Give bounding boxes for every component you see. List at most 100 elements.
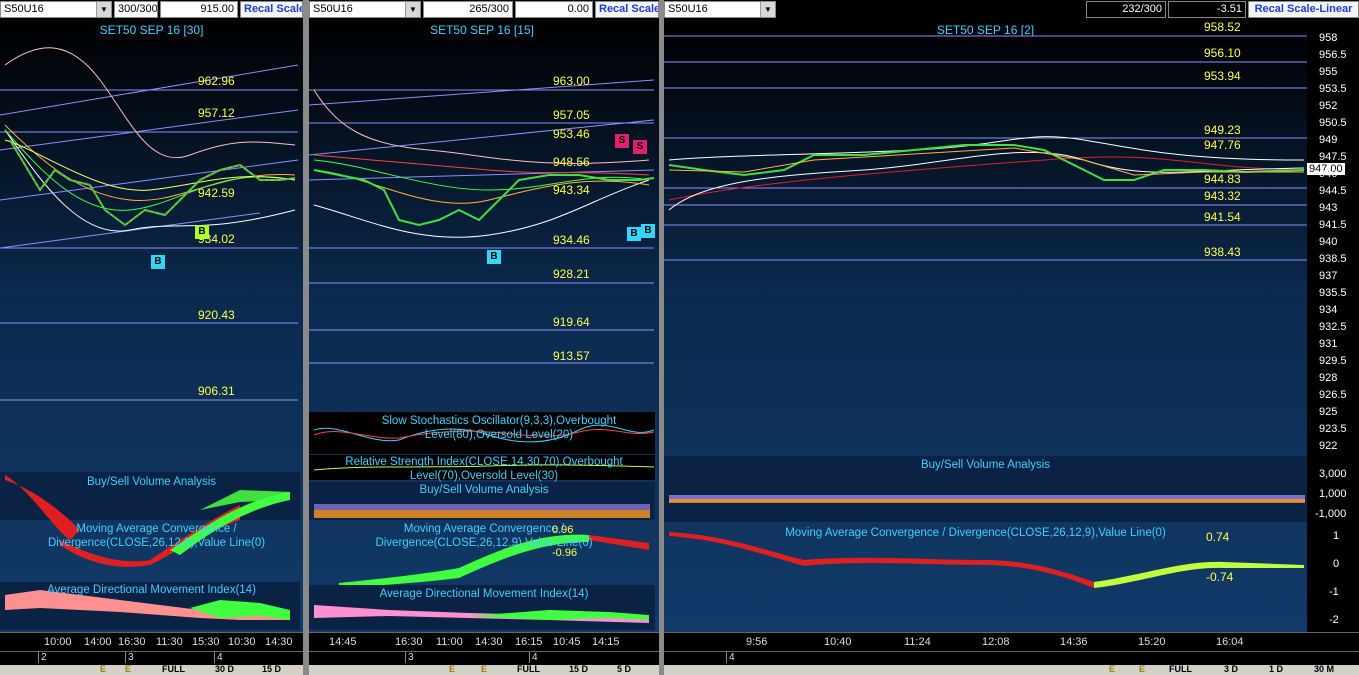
y-tick-label: 956.5 bbox=[1319, 49, 1347, 61]
y-tick-label: 932.5 bbox=[1319, 321, 1347, 333]
y-tick-label: 953.5 bbox=[1319, 83, 1347, 95]
level-label: 938.43 bbox=[1204, 245, 1241, 259]
macd-value: 0.74 bbox=[1206, 530, 1230, 544]
y-tick-label: 941.5 bbox=[1319, 219, 1347, 231]
y-tick-label: 935.5 bbox=[1319, 287, 1347, 299]
tab[interactable]: 15 D bbox=[569, 665, 588, 674]
indicator-title-macd: Moving Average Convergence / Divergence(… bbox=[47, 523, 266, 549]
indicator-title-adx: Average Directional Movement Index(14) bbox=[47, 584, 256, 596]
tab[interactable]: E bbox=[481, 665, 487, 674]
y-tick-label: 937 bbox=[1319, 270, 1338, 282]
bar-count: 300/300 bbox=[114, 1, 158, 18]
sell-marker[interactable]: S bbox=[633, 140, 647, 154]
y-tick-label: 923.5 bbox=[1319, 423, 1347, 435]
recal-scale-button[interactable]: Recal Scale-Linear bbox=[1248, 1, 1359, 18]
level-label: 920.43 bbox=[198, 308, 235, 322]
y-tick-label: 925 bbox=[1319, 406, 1338, 418]
y-tick-label: 950.5 bbox=[1319, 117, 1347, 129]
y-tick-label: 934 bbox=[1319, 304, 1338, 316]
tab[interactable]: 30 D bbox=[215, 665, 234, 674]
bar-count: 232/300 bbox=[1086, 1, 1166, 18]
sell-marker[interactable]: S bbox=[615, 134, 629, 148]
price-chart[interactable]: SET50 SEP 16 [2] 958.52 956.10 953.94 94… bbox=[664, 20, 1307, 633]
trend-line bbox=[309, 119, 655, 156]
buy-marker[interactable]: B bbox=[195, 225, 209, 239]
indicator-title-volume: Buy/Sell Volume Analysis bbox=[419, 484, 549, 496]
macd-value: -0.74 bbox=[1206, 570, 1234, 584]
tab[interactable]: 30 M bbox=[1314, 665, 1334, 674]
y-tick-label: 947.5 bbox=[1319, 151, 1347, 163]
tab[interactable]: FULL bbox=[162, 665, 185, 674]
chevron-down-icon[interactable]: ▼ bbox=[405, 2, 420, 17]
buy-marker[interactable]: B bbox=[151, 255, 165, 269]
time-axis: 10:00 14:00 16:30 11:30 15:30 10:30 14:3… bbox=[0, 632, 303, 652]
level-label: 956.10 bbox=[1204, 46, 1241, 60]
level-label: 957.12 bbox=[198, 106, 235, 120]
tab[interactable]: E bbox=[100, 665, 106, 674]
tab[interactable]: FULL bbox=[1169, 665, 1192, 674]
buy-marker[interactable]: B bbox=[487, 250, 501, 264]
y-tick-label: 931 bbox=[1319, 338, 1338, 350]
level-label: 943.32 bbox=[1204, 189, 1241, 203]
level-label: 948.56 bbox=[553, 155, 590, 169]
y-tick-label: 958 bbox=[1319, 32, 1338, 44]
trend-line bbox=[0, 109, 299, 151]
y-tick-label: 946 bbox=[1319, 168, 1338, 180]
price-chart[interactable]: SET50 SEP 16 [15] 963.00 957.05 953.46 9… bbox=[309, 20, 659, 633]
level-label: 962.96 bbox=[198, 74, 235, 88]
y-tick-label: 938.5 bbox=[1319, 253, 1347, 265]
y-tick-label: 940 bbox=[1319, 236, 1338, 248]
y-tick-label: 952 bbox=[1319, 100, 1338, 112]
y-tick-label: 955 bbox=[1319, 66, 1338, 78]
y-tick-label: 926.5 bbox=[1319, 389, 1347, 401]
time-axis: 9:56 10:40 11:24 12:08 14:36 15:20 16:04 bbox=[664, 632, 1359, 652]
chevron-down-icon[interactable]: ▼ bbox=[760, 2, 775, 17]
chart-panel-2: S50U16 ▼ 232/300 -3.51 Recal Scale-Linea… bbox=[664, 0, 1359, 675]
tab[interactable]: E bbox=[125, 665, 131, 674]
tab[interactable]: FULL bbox=[517, 665, 540, 674]
level-label: 906.31 bbox=[198, 384, 235, 398]
symbol-select[interactable]: S50U16 ▼ bbox=[309, 1, 421, 18]
date-axis: 2 3 4 bbox=[0, 651, 303, 665]
bar-count: 265/300 bbox=[423, 1, 513, 18]
buy-marker[interactable]: B bbox=[627, 227, 641, 241]
date-axis: 4 bbox=[664, 651, 1359, 665]
indicator-title-rsi: Relative Strength Index(CLOSE,14,30,70),… bbox=[345, 456, 623, 482]
panel-toolbar: S50U16 ▼ 265/300 0.00 Recal Scale bbox=[309, 0, 659, 20]
ma-line bbox=[4, 124, 296, 201]
symbol-select[interactable]: S50U16 ▼ bbox=[0, 1, 112, 18]
price-chart[interactable]: SET50 SEP 16 [30] 962.96 957.12 942.59 9… bbox=[0, 20, 303, 633]
level-label: 928.21 bbox=[553, 267, 590, 281]
tab[interactable]: E bbox=[449, 665, 455, 674]
panel-toolbar: S50U16 ▼ 232/300 -3.51 Recal Scale-Linea… bbox=[664, 0, 1359, 20]
level-label: 958.52 bbox=[1204, 20, 1241, 34]
buy-marker[interactable]: B bbox=[641, 224, 655, 238]
level-label: 941.54 bbox=[1204, 210, 1241, 224]
tab[interactable]: 3 D bbox=[1224, 665, 1238, 674]
y-tick-label: 943 bbox=[1319, 202, 1338, 214]
symbol-select[interactable]: S50U16 ▼ bbox=[664, 1, 776, 18]
value-field: -3.51 bbox=[1168, 1, 1246, 18]
level-label: 943.34 bbox=[553, 183, 590, 197]
symbol-value: S50U16 bbox=[313, 3, 353, 15]
y-tick-label: 928 bbox=[1319, 372, 1338, 384]
value-field: 915.00 bbox=[160, 1, 238, 18]
bollinger-lower bbox=[4, 129, 296, 232]
bollinger-upper bbox=[4, 47, 296, 159]
tab[interactable]: 5 D bbox=[617, 665, 631, 674]
recal-scale-button[interactable]: Recal Scale bbox=[595, 1, 659, 18]
level-label: 953.94 bbox=[1204, 69, 1241, 83]
y-tick-label: 929.5 bbox=[1319, 355, 1347, 367]
tab[interactable]: E bbox=[1109, 665, 1115, 674]
recal-scale-button[interactable]: Recal Scale bbox=[240, 1, 303, 18]
chart-panel-15: S50U16 ▼ 265/300 0.00 Recal Scale SET50 … bbox=[309, 0, 659, 675]
level-label: 957.05 bbox=[553, 108, 590, 122]
tab[interactable]: 1 D bbox=[1269, 665, 1283, 674]
tab[interactable]: 15 D bbox=[262, 665, 281, 674]
period-tabs: E E FULL 3 D 1 D 30 M bbox=[664, 665, 1359, 675]
level-label: 934.46 bbox=[553, 233, 590, 247]
price-axis: 947.00 958 956.5 955 953.5 952 950.5 949 947.5 9… bbox=[1307, 20, 1359, 633]
chevron-down-icon[interactable]: ▼ bbox=[96, 2, 111, 17]
tab[interactable]: E bbox=[1139, 665, 1145, 674]
panel-toolbar: S50U16 ▼ 300/300 915.00 Recal Scale bbox=[0, 0, 303, 20]
